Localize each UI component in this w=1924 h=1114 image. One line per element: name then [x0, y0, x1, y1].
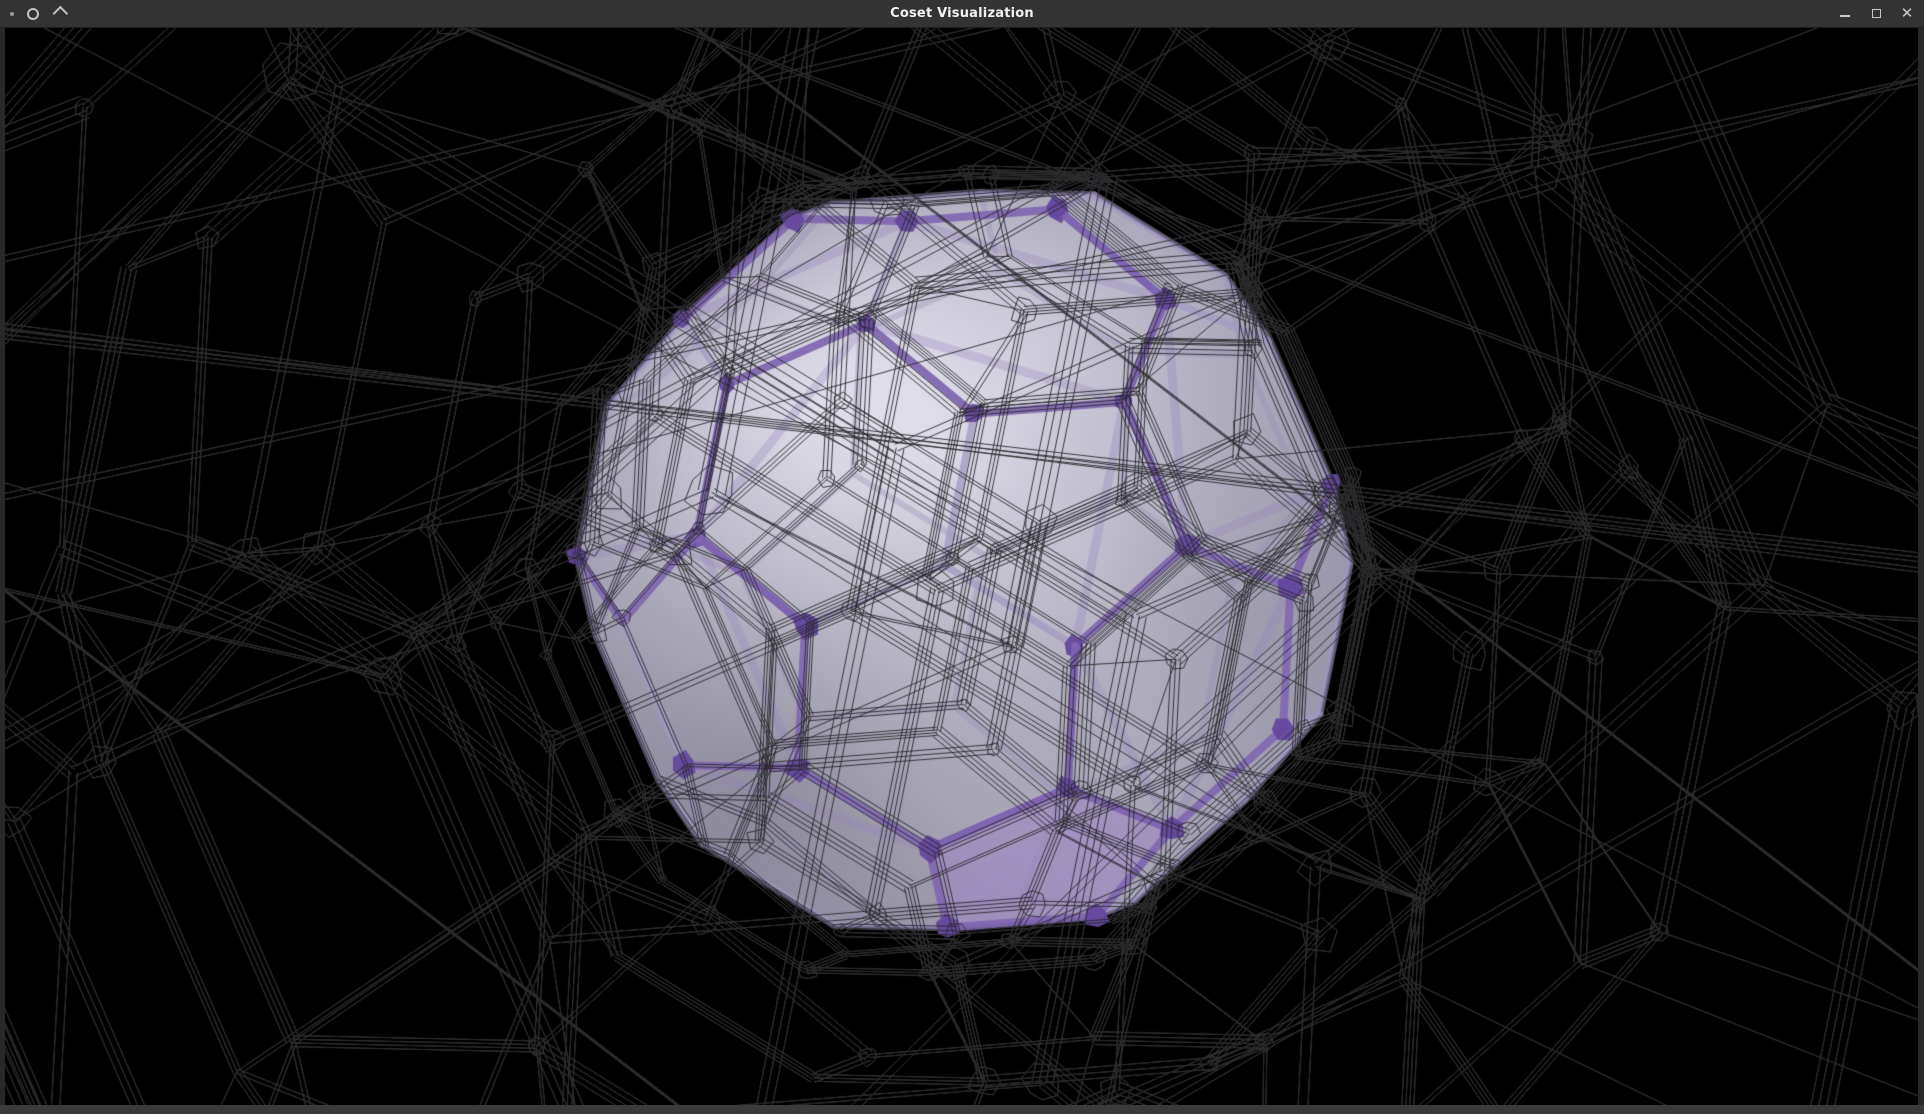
- status-dot-icon: [10, 12, 14, 16]
- maximize-button[interactable]: [1867, 5, 1885, 23]
- window-resize-bottom[interactable]: [0, 1105, 1924, 1114]
- titlebar-left-icons: [10, 0, 63, 27]
- window-title: Coset Visualization: [0, 6, 1924, 21]
- circle-icon[interactable]: [27, 8, 39, 20]
- minimize-button[interactable]: [1836, 5, 1854, 23]
- window-controls: ✕: [1836, 0, 1916, 27]
- viewport-canvas[interactable]: [0, 27, 1924, 1114]
- window-resize-left[interactable]: [0, 27, 5, 1105]
- close-button[interactable]: ✕: [1898, 5, 1916, 23]
- close-icon: ✕: [1901, 6, 1914, 21]
- maximize-icon: [1872, 9, 1881, 18]
- window-resize-right[interactable]: [1918, 27, 1924, 1105]
- minimize-icon: [1840, 15, 1850, 17]
- window-titlebar[interactable]: Coset Visualization ✕: [0, 0, 1924, 28]
